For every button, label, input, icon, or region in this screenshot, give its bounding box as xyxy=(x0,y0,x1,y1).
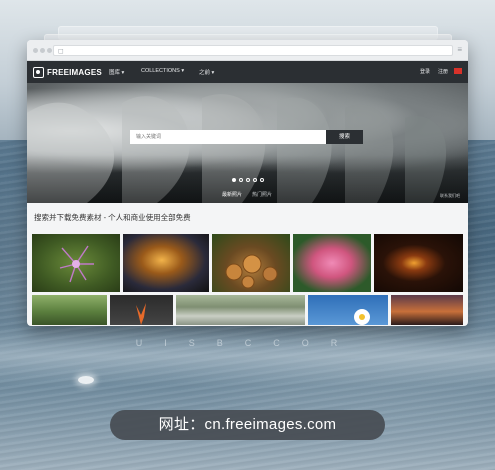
thumbnail-sunset-tree[interactable] xyxy=(391,295,463,325)
plant-icon xyxy=(136,303,146,325)
carousel-dots xyxy=(232,178,264,182)
thumbnail-lightning-sky[interactable] xyxy=(123,234,209,292)
hero-credit[interactable]: 联系我们吧 xyxy=(440,193,460,199)
login-link[interactable]: 登录 xyxy=(420,68,430,75)
tab-latest-photos[interactable]: 最新照片 xyxy=(222,191,242,198)
browser-chrome: ◻ ≡ xyxy=(27,40,468,61)
page-heading: 搜索并下载免费素材 - 个人和商业使用全部免费 xyxy=(34,213,191,222)
nav-item-previous[interactable]: 之前 ▾ xyxy=(199,68,214,76)
thumbnail-purple-flower[interactable] xyxy=(32,234,120,292)
thumbnail-candle[interactable] xyxy=(374,234,463,292)
coins-icon xyxy=(225,254,278,289)
address-bar[interactable]: ◻ xyxy=(53,45,453,56)
browser-menu-icon[interactable]: ≡ xyxy=(457,45,462,54)
carousel-dot[interactable] xyxy=(239,178,243,182)
carousel-dot[interactable] xyxy=(246,178,250,182)
flower-icon xyxy=(59,245,94,283)
carousel-dot[interactable] xyxy=(260,178,264,182)
thumbnail-orange-plant[interactable] xyxy=(110,295,173,325)
site-logo[interactable]: FREEIMAGES xyxy=(33,66,102,78)
horizon-glow xyxy=(0,326,495,386)
thumbnail-coins[interactable] xyxy=(212,234,290,292)
thumbnail-pink-lily[interactable] xyxy=(293,234,371,292)
window-dot-minimize[interactable] xyxy=(40,48,45,53)
daisy-icon xyxy=(354,309,370,325)
thumbnail-river-rocks[interactable] xyxy=(176,295,305,325)
carousel-dot[interactable] xyxy=(253,178,257,182)
window-dot-close[interactable] xyxy=(33,48,38,53)
url-pill: 网址：cn.freeimages.com xyxy=(110,410,385,440)
language-flag-icon[interactable] xyxy=(454,68,462,74)
tab-popular-photos[interactable]: 热门照片 xyxy=(252,191,272,198)
nav-item-collections[interactable]: COLLECTIONS ▾ xyxy=(141,68,184,74)
search-button[interactable]: 搜索 xyxy=(326,130,363,144)
thumbnail-people-park[interactable] xyxy=(32,295,107,325)
camera-logo-icon xyxy=(33,66,44,78)
site-nav: FREEIMAGES 图库 ▾ COLLECTIONS ▾ 之前 ▾ 登录 注册 xyxy=(27,61,468,83)
logo-text: FREEIMAGES xyxy=(47,67,102,77)
nav-item-gallery[interactable]: 图库 ▾ xyxy=(109,68,124,76)
tagline-text: UISBCCOR xyxy=(135,338,360,348)
thumbnail-daisy-sky[interactable] xyxy=(308,295,388,325)
browser-window: ◻ ≡ FREEIMAGES 图库 ▾ COLLECTIONS ▾ 之前 ▾ 登… xyxy=(27,40,468,326)
window-dot-maximize[interactable] xyxy=(47,48,52,53)
hero-banner: 搜索 最新照片 热门照片 联系我们吧 xyxy=(27,83,468,203)
register-link[interactable]: 注册 xyxy=(438,68,448,75)
page-icon: ◻ xyxy=(58,48,64,55)
search-input[interactable] xyxy=(130,130,326,144)
carousel-dot[interactable] xyxy=(232,178,236,182)
sun-reflection xyxy=(78,376,94,384)
